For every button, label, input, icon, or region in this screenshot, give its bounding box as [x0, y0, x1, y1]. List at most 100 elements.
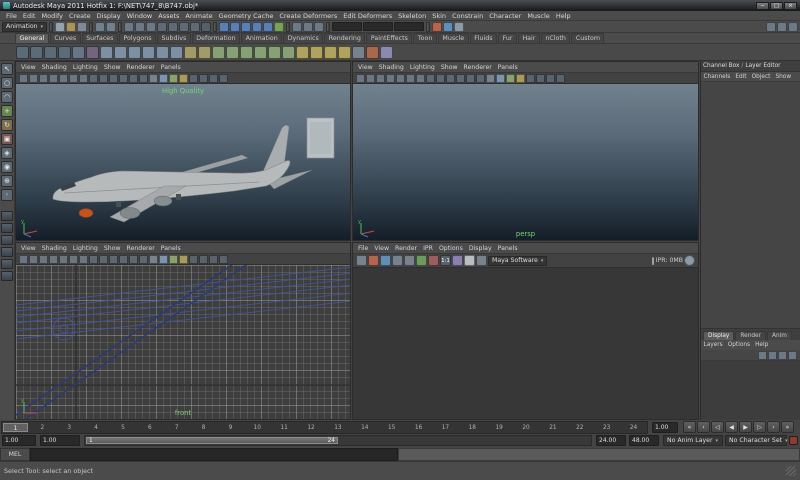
frame-tick[interactable]: 2 [29, 422, 56, 433]
channel-box-menu-item[interactable]: Channels [701, 74, 733, 80]
frame-tick[interactable]: 9 [217, 422, 244, 433]
hypershade-persp-layout-icon[interactable] [1, 259, 13, 269]
frame-tick[interactable]: 21 [540, 422, 567, 433]
layer-move-up-icon[interactable] [758, 351, 767, 360]
isolate-select-icon[interactable] [209, 74, 218, 83]
select-curves-icon[interactable] [190, 22, 200, 32]
render-view-menu-item[interactable]: IPR [420, 245, 436, 252]
nurbs-circle-icon[interactable] [184, 46, 197, 59]
animation-end-field[interactable] [629, 435, 659, 446]
menu-item[interactable]: Muscle [524, 12, 553, 20]
viewport-menu-item[interactable]: Show [101, 64, 124, 71]
screen-space-ao-icon[interactable] [199, 74, 208, 83]
status-group-divider[interactable] [49, 22, 53, 32]
rgb-channels-icon[interactable] [452, 255, 463, 266]
viewport-menu-item[interactable]: Panels [495, 64, 521, 71]
render-view-canvas[interactable] [353, 268, 698, 419]
render-view-menu-item[interactable]: Display [466, 245, 495, 252]
go-to-end-button[interactable]: » [781, 421, 794, 433]
menu-item[interactable]: File [3, 12, 20, 20]
viewport-menu-item[interactable]: View [355, 64, 376, 71]
menu-item[interactable]: Create Deformers [276, 12, 340, 20]
render-current-frame-icon[interactable] [368, 255, 379, 266]
tab-layer-editor[interactable]: Layer Editor [745, 63, 780, 69]
frame-tick[interactable]: 11 [271, 422, 298, 433]
layer-editor-tab[interactable]: Anim [767, 331, 792, 340]
front-view-canvas[interactable]: front y [16, 265, 350, 419]
play-backwards-button[interactable]: ◀ [725, 421, 738, 433]
step-forward-key-button[interactable]: ▷ [753, 421, 766, 433]
viewport-menu-item[interactable]: Panels [158, 64, 184, 71]
poly-cone-icon[interactable] [254, 46, 267, 59]
ambient-light-icon[interactable] [296, 46, 309, 59]
grease-pencil-icon[interactable] [416, 74, 425, 83]
current-frame-field[interactable] [652, 422, 678, 433]
menu-item[interactable]: Window [124, 12, 156, 20]
two-d-pan-zoom-icon[interactable] [406, 74, 415, 83]
menu-set-dropdown[interactable]: Animation ▾ [2, 22, 47, 32]
remove-image-icon[interactable] [428, 255, 439, 266]
camera-attributes-icon[interactable] [39, 255, 48, 264]
menu-item[interactable]: Skeleton [395, 12, 429, 20]
ipr-indicator-icon[interactable] [684, 255, 695, 266]
menu-item[interactable]: Geometry Cache [216, 12, 277, 20]
snap-to-view-planes-icon[interactable] [263, 22, 273, 32]
safe-action-icon[interactable] [466, 74, 475, 83]
render-view-icon[interactable] [86, 46, 99, 59]
wireframe-mode-icon[interactable] [149, 74, 158, 83]
select-camera-icon[interactable] [356, 74, 365, 83]
step-back-frame-button[interactable]: ‹ [697, 421, 710, 433]
render-current-frame-icon[interactable] [432, 22, 442, 32]
persp-graph-layout-icon[interactable] [44, 46, 57, 59]
select-by-hierarchy-icon[interactable] [124, 22, 134, 32]
bookmarks-icon[interactable] [49, 255, 58, 264]
shadows-icon[interactable] [189, 255, 198, 264]
orange-engine-inlet[interactable] [79, 209, 93, 218]
frame-tick[interactable]: 19 [486, 422, 513, 433]
save-scene-icon[interactable] [77, 22, 87, 32]
menu-item[interactable]: Modify [38, 12, 66, 20]
screen-space-ao-icon[interactable] [536, 74, 545, 83]
resolution-gate-icon[interactable] [99, 255, 108, 264]
frame-tick[interactable]: 22 [566, 422, 593, 433]
use-all-lights-icon[interactable] [179, 255, 188, 264]
menu-item[interactable]: Display [94, 12, 124, 20]
viewport-menu-item[interactable]: Lighting [70, 64, 101, 71]
shelf-tab[interactable]: Surfaces [82, 33, 118, 43]
menu-item[interactable]: Edit [20, 12, 39, 20]
shelf-tab[interactable]: Fur [498, 33, 517, 43]
airplane-model[interactable] [16, 84, 350, 240]
camera-attributes-icon[interactable] [376, 74, 385, 83]
redisplay-render-icon[interactable] [356, 255, 367, 266]
new-empty-layer-icon[interactable] [768, 351, 777, 360]
viewport-menu-item[interactable]: Renderer [124, 64, 158, 71]
viewport-menu-item[interactable]: Show [438, 64, 461, 71]
show-manipulator-tool-icon[interactable]: ⊕ [1, 175, 13, 187]
snap-to-grids-icon[interactable] [219, 22, 229, 32]
input-to-selected-icon[interactable] [292, 22, 302, 32]
poly-cylinder-icon[interactable] [240, 46, 253, 59]
alpha-channel-icon[interactable] [464, 255, 475, 266]
nurbs-square-icon[interactable] [198, 46, 211, 59]
poly-plane-icon[interactable] [268, 46, 281, 59]
make-object-live-icon[interactable] [274, 22, 284, 32]
viewport-menu-item[interactable]: Lighting [70, 245, 101, 252]
status-input-field-1[interactable] [332, 22, 362, 31]
lock-camera-icon[interactable] [366, 74, 375, 83]
select-camera-icon[interactable] [19, 255, 28, 264]
persp-view-canvas[interactable]: High Quality [16, 84, 350, 240]
new-layer-from-selected-icon[interactable] [788, 351, 797, 360]
redo-icon[interactable] [106, 22, 116, 32]
shelf-tab[interactable]: Toon [413, 33, 436, 43]
snap-to-curves-icon[interactable] [230, 22, 240, 32]
image-plane[interactable] [307, 118, 334, 158]
menu-item[interactable]: Character [486, 12, 524, 20]
menu-item[interactable]: Edit Deformers [340, 12, 395, 20]
viewport-menu-item[interactable]: Renderer [124, 245, 158, 252]
channel-box-list[interactable] [701, 82, 800, 328]
show-tool-settings-icon[interactable] [777, 22, 787, 32]
field-chart-icon[interactable] [119, 255, 128, 264]
screen-space-ao-icon[interactable] [199, 255, 208, 264]
shaded-mode-icon[interactable] [496, 74, 505, 83]
nurbs-plane-icon[interactable] [156, 46, 169, 59]
